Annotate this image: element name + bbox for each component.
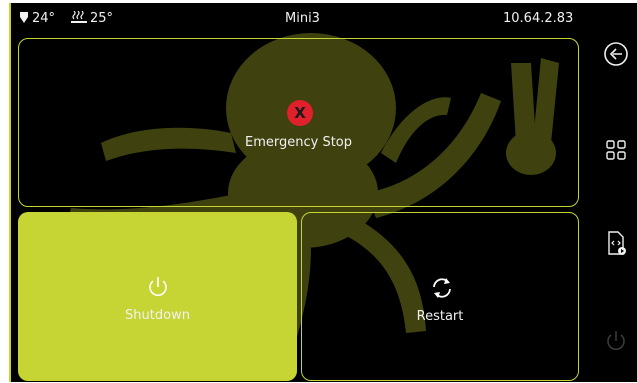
emergency-stop-button[interactable]: X Emergency Stop [18, 38, 579, 207]
emergency-stop-label: Emergency Stop [244, 135, 352, 150]
status-bar: 24° 25° Mini3 10.64.2.83 [11, 3, 601, 33]
heated-bed-icon [71, 10, 87, 23]
printer-screen: 24° 25° Mini3 10.64.2.83 X Emergency Sto… [9, 3, 637, 382]
restart-label: Restart [416, 309, 464, 324]
ip-address: 10.64.2.83 [503, 11, 574, 26]
back-icon[interactable] [603, 41, 629, 67]
shutdown-button[interactable]: Shutdown [18, 212, 297, 381]
bed-temp-value: 25° [90, 11, 114, 26]
sidebar [591, 33, 637, 382]
power-icon [149, 277, 167, 296]
power-icon[interactable] [603, 328, 629, 354]
nozzle-temp-value: 24° [32, 11, 56, 26]
nozzle-temperature: 24° [19, 11, 55, 26]
grid-icon[interactable] [603, 137, 629, 163]
restart-icon [433, 278, 451, 298]
gcode-file-icon[interactable] [603, 230, 629, 256]
shutdown-label: Shutdown [125, 308, 190, 323]
printer-name: Mini3 [285, 11, 320, 26]
restart-button[interactable]: Restart [301, 212, 579, 381]
bed-temperature: 25° [71, 10, 114, 26]
nozzle-icon [20, 12, 28, 23]
stop-x-icon: X [287, 100, 313, 126]
